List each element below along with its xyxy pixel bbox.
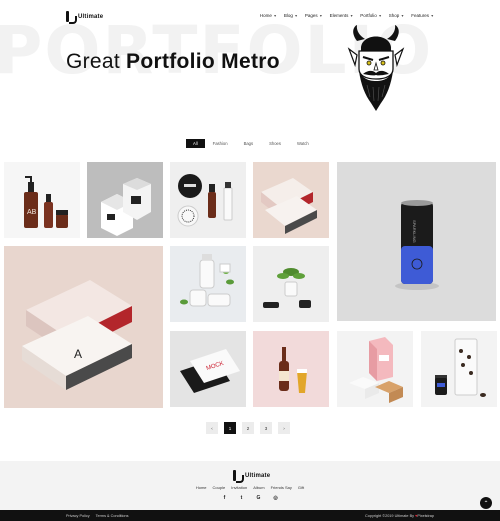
business-cards-image: MOCK [170, 331, 246, 407]
page-title: Great Portfolio Metro [66, 50, 280, 74]
page-title-light: Great [66, 50, 121, 73]
svg-text:SPARKLING: SPARKLING [412, 220, 417, 243]
filter-fashion[interactable]: Fashion [205, 139, 236, 148]
filter-all[interactable]: All [186, 139, 205, 148]
pagination-page-3[interactable]: 3 [260, 422, 272, 434]
twitter-icon[interactable]: t [239, 495, 245, 501]
copyright-label: Copyright ©2019 Ultimate By [364, 513, 414, 518]
pagination-page-2[interactable]: 2 [242, 422, 254, 434]
portfolio-item-milk-boxes[interactable] [87, 162, 163, 238]
portfolio-item-green-bottles[interactable] [170, 246, 246, 322]
portfolio-item-large-pink-packs[interactable]: A [4, 246, 163, 408]
large-pink-packs-image: A [4, 246, 163, 408]
filter-watch[interactable]: Watch [289, 139, 317, 148]
portfolio-item-business-cards[interactable]: MOCK [170, 331, 246, 407]
portfolio-item-cosmetic-jars[interactable] [170, 162, 246, 238]
scroll-to-top-button[interactable]: ⌃ [480, 497, 492, 509]
copyright-author[interactable]: Pixelstrap [417, 514, 434, 518]
portfolio-item-pink-box[interactable] [337, 331, 413, 407]
portfolio-item-beer-bottle[interactable] [253, 331, 329, 407]
blue-can-image: SPARKLING [337, 162, 496, 321]
portfolio-item-coffee-bag[interactable] [421, 331, 497, 407]
pagination-prev-button[interactable]: ‹ [206, 422, 218, 434]
footer-link-home[interactable]: Home [196, 485, 207, 490]
pagination: ‹ 1 2 3 › [206, 422, 290, 434]
filter-bags[interactable]: Bags [236, 139, 262, 148]
bearded-devil-mascot-icon [347, 25, 405, 111]
footer-logo-text: Ultimate [245, 472, 271, 479]
milk-boxes-image [87, 162, 163, 238]
portfolio-item-blue-can[interactable]: SPARKLING [337, 162, 496, 321]
site-footer: Ultimate Home Couple Invitation Album Fr… [0, 461, 500, 510]
svg-text:A: A [74, 347, 82, 361]
pagination-next-button[interactable]: › [278, 422, 290, 434]
svg-text:AB: AB [27, 209, 37, 216]
plant-cup-image [253, 246, 329, 322]
pink-box-image [337, 331, 413, 407]
legal-links: Privacy Policy Terms & Conditions [66, 514, 129, 518]
footer-logo[interactable]: Ultimate [233, 470, 271, 483]
footer-link-friends-say[interactable]: Friends Say [271, 485, 292, 490]
footer-social-icons: f t G ◎ [0, 495, 500, 501]
portfolio-item-pink-packs[interactable] [253, 162, 329, 238]
google-icon[interactable]: G [256, 495, 262, 501]
facebook-icon[interactable]: f [222, 495, 228, 501]
footer-links: Home Couple Invitation Album Friends Say… [0, 485, 500, 490]
pink-packs-image [253, 162, 329, 238]
filter-shoes[interactable]: Shoes [261, 139, 289, 148]
green-bottles-image [170, 246, 246, 322]
logo-mark-icon [233, 470, 244, 483]
portfolio-filter-tabs: All Fashion Bags Shoes Watch [186, 139, 317, 148]
footer-link-gift[interactable]: Gift [298, 485, 304, 490]
portfolio-item-plant-cup[interactable] [253, 246, 329, 322]
privacy-policy-link[interactable]: Privacy Policy [66, 514, 90, 518]
page-title-bold: Portfolio Metro [126, 50, 280, 73]
copyright-text: Copyright ©2019 Ultimate By ♥Pixelstrap [365, 514, 434, 518]
instagram-icon[interactable]: ◎ [273, 495, 279, 501]
cosmetic-jars-image [170, 162, 246, 238]
beer-bottle-image [253, 331, 329, 407]
cosmetic-bottles-image: AB [4, 162, 80, 238]
bottom-bar: Privacy Policy Terms & Conditions Copyri… [0, 510, 500, 521]
pagination-page-1[interactable]: 1 [224, 422, 236, 434]
footer-link-couple[interactable]: Couple [213, 485, 226, 490]
portfolio-item-cosmetic-bottles[interactable]: AB [4, 162, 80, 238]
coffee-bag-image [421, 331, 497, 407]
terms-link[interactable]: Terms & Conditions [96, 514, 129, 518]
footer-link-invitation[interactable]: Invitation [231, 485, 247, 490]
footer-link-album[interactable]: Album [253, 485, 264, 490]
